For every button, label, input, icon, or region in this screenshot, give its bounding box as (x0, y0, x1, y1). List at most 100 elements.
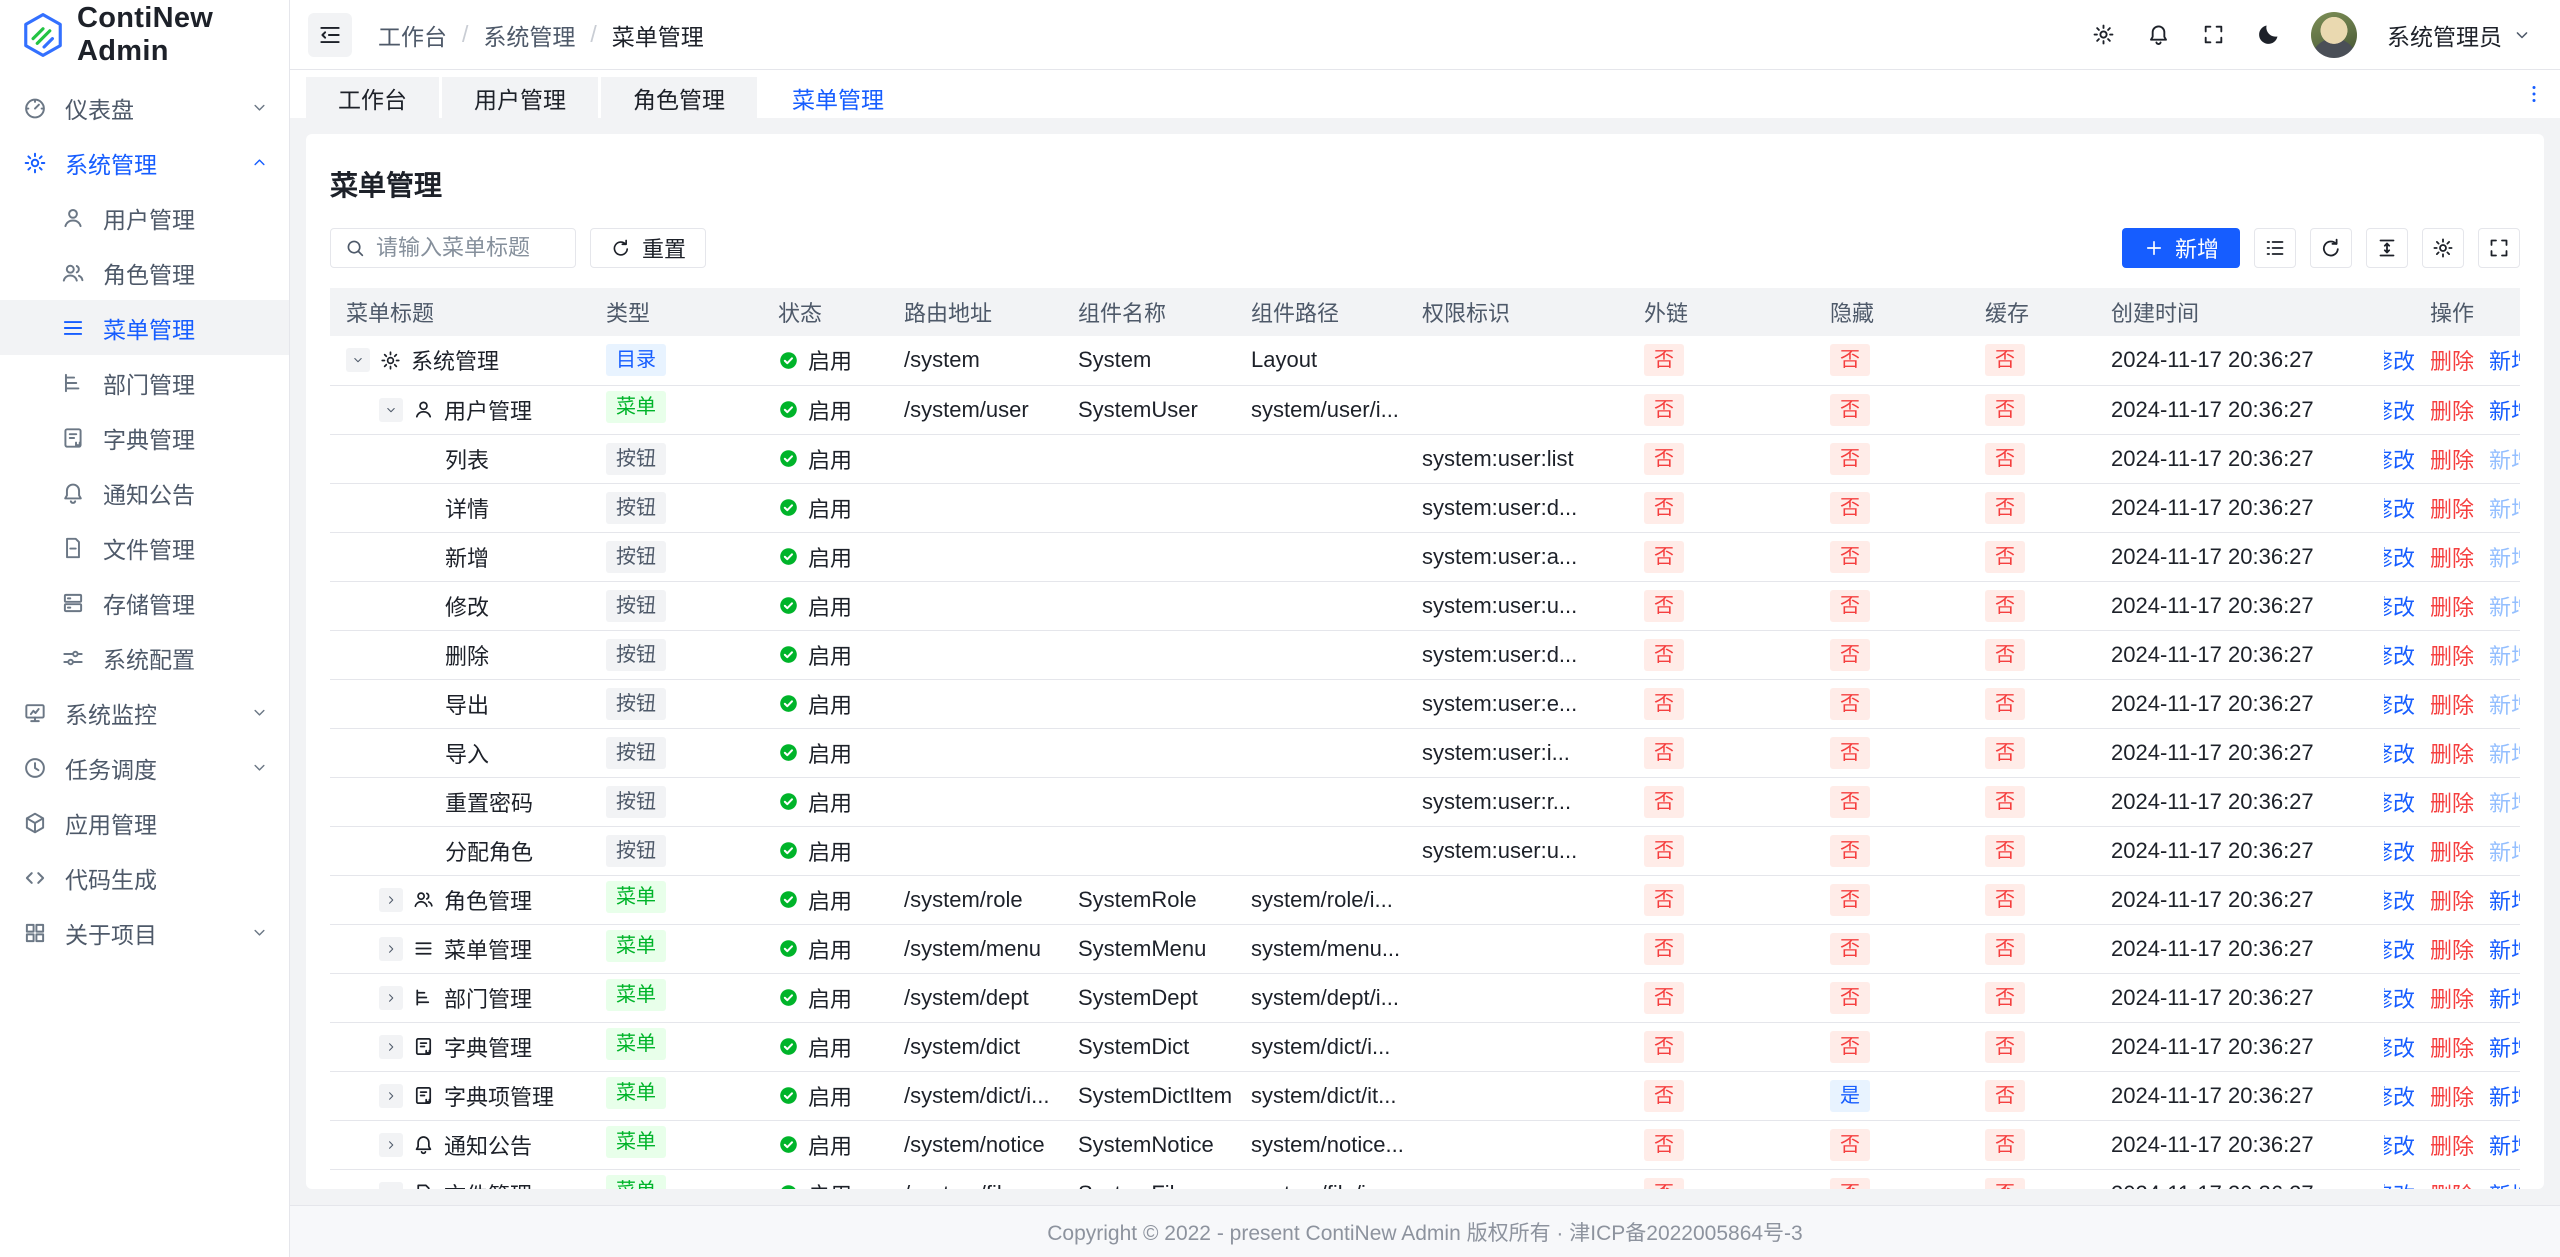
collapse-row-caret[interactable] (379, 398, 403, 422)
type-cell: 按钮 (590, 581, 762, 630)
add-button[interactable]: 新增 (2122, 228, 2240, 268)
delete-link[interactable]: 删除 (2430, 344, 2474, 376)
sidebar-item-storage-mgmt[interactable]: 存储管理 (0, 575, 289, 630)
sidebar-item-menu-mgmt[interactable]: 菜单管理 (0, 300, 289, 355)
sidebar-item-task-sched[interactable]: 任务调度 (0, 740, 289, 795)
expand-row-caret[interactable] (379, 937, 403, 961)
add-link[interactable]: 新增 (2489, 1031, 2520, 1063)
sidebar-item-file-mgmt[interactable]: 文件管理 (0, 520, 289, 575)
edit-link[interactable]: 修改 (2384, 443, 2415, 475)
edit-link[interactable]: 修改 (2384, 639, 2415, 671)
breadcrumb-item[interactable]: 系统管理 (483, 18, 575, 52)
sidebar-collapse-button[interactable] (308, 13, 352, 57)
expand-row-caret[interactable] (379, 1133, 403, 1157)
delete-link[interactable]: 删除 (2430, 737, 2474, 769)
sidebar-item-app-mgmt[interactable]: 应用管理 (0, 795, 289, 850)
dept-icon (412, 986, 435, 1009)
delete-link[interactable]: 删除 (2430, 1129, 2474, 1161)
table-row: 列表按钮启用system:user:list否否否2024-11-17 20:3… (330, 434, 2520, 483)
delete-link[interactable]: 删除 (2430, 688, 2474, 720)
expand-row-caret[interactable] (379, 1084, 403, 1108)
edit-link[interactable]: 修改 (2384, 541, 2415, 573)
delete-link[interactable]: 删除 (2430, 590, 2474, 622)
delete-link[interactable]: 删除 (2430, 1031, 2474, 1063)
expand-row-caret[interactable] (379, 1182, 403, 1190)
add-link[interactable]: 新增 (2489, 1080, 2520, 1112)
tab-menu-mgmt[interactable]: 菜单管理 (760, 77, 916, 118)
add-link[interactable]: 新增 (2489, 982, 2520, 1014)
sidebar-item-sys-monitor[interactable]: 系统监控 (0, 685, 289, 740)
sidebar-item-sys-config[interactable]: 系统配置 (0, 630, 289, 685)
delete-link[interactable]: 删除 (2430, 492, 2474, 524)
row-actions: 修改删除新增 (2400, 835, 2504, 867)
header-bell-button[interactable] (2146, 22, 2171, 47)
sidebar-item-role-mgmt[interactable]: 角色管理 (0, 245, 289, 300)
header-settings-button[interactable] (2091, 22, 2116, 47)
header-fullscreen-button[interactable] (2201, 22, 2226, 47)
delete-link[interactable]: 删除 (2430, 982, 2474, 1014)
edit-link[interactable]: 修改 (2384, 786, 2415, 818)
add-link[interactable]: 新增 (2489, 394, 2520, 426)
expand-row-caret[interactable] (379, 888, 403, 912)
add-link[interactable]: 新增 (2489, 1178, 2520, 1190)
toolbar-settings-button[interactable] (2422, 228, 2464, 268)
edit-link[interactable]: 修改 (2384, 492, 2415, 524)
hidden-badge: 否 (1830, 541, 1870, 573)
delete-link[interactable]: 删除 (2430, 1080, 2474, 1112)
add-link[interactable]: 新增 (2489, 884, 2520, 916)
edit-link[interactable]: 修改 (2384, 737, 2415, 769)
reset-button[interactable]: 重置 (590, 228, 706, 268)
edit-link[interactable]: 修改 (2384, 1129, 2415, 1161)
edit-link[interactable]: 修改 (2384, 590, 2415, 622)
collapse-row-caret[interactable] (346, 348, 370, 372)
sidebar-item-user-mgmt[interactable]: 用户管理 (0, 190, 289, 245)
sidebar-item-dict-mgmt[interactable]: 字典管理 (0, 410, 289, 465)
add-link[interactable]: 新增 (2489, 344, 2520, 376)
dict-icon (412, 1035, 435, 1058)
avatar[interactable] (2311, 12, 2357, 58)
sidebar-item-about[interactable]: 关于项目 (0, 905, 289, 960)
sidebar-item-notice[interactable]: 通知公告 (0, 465, 289, 520)
delete-link[interactable]: 删除 (2430, 541, 2474, 573)
delete-link[interactable]: 删除 (2430, 639, 2474, 671)
edit-link[interactable]: 修改 (2384, 394, 2415, 426)
sidebar-item-code-gen[interactable]: 代码生成 (0, 850, 289, 905)
delete-link[interactable]: 删除 (2430, 394, 2474, 426)
tab-role-mgmt[interactable]: 角色管理 (601, 77, 757, 118)
edit-link[interactable]: 修改 (2384, 344, 2415, 376)
toolbar-fullscreen-button[interactable] (2478, 228, 2520, 268)
breadcrumb-item[interactable]: 工作台 (378, 18, 447, 52)
user-menu[interactable]: 系统管理员 (2387, 18, 2532, 52)
tab-more-icon[interactable] (2522, 82, 2546, 106)
delete-link[interactable]: 删除 (2430, 884, 2474, 916)
toolbar-line-height-button[interactable] (2366, 228, 2408, 268)
delete-link[interactable]: 删除 (2430, 443, 2474, 475)
menu-title: 详情 (445, 492, 489, 524)
add-link[interactable]: 新增 (2489, 1129, 2520, 1161)
edit-link[interactable]: 修改 (2384, 933, 2415, 965)
edit-link[interactable]: 修改 (2384, 688, 2415, 720)
edit-link[interactable]: 修改 (2384, 982, 2415, 1014)
sidebar-item-system-mgmt[interactable]: 系统管理 (0, 135, 289, 190)
edit-link[interactable]: 修改 (2384, 1178, 2415, 1190)
tab-user-mgmt[interactable]: 用户管理 (442, 77, 598, 118)
toolbar-list-button[interactable] (2254, 228, 2296, 268)
tab-workbench[interactable]: 工作台 (306, 77, 439, 118)
sidebar-item-dashboard[interactable]: 仪表盘 (0, 80, 289, 135)
delete-link[interactable]: 删除 (2430, 933, 2474, 965)
header-moon-button[interactable] (2256, 22, 2281, 47)
delete-link[interactable]: 删除 (2430, 786, 2474, 818)
sidebar-item-dept-mgmt[interactable]: 部门管理 (0, 355, 289, 410)
edit-link[interactable]: 修改 (2384, 1031, 2415, 1063)
edit-link[interactable]: 修改 (2384, 835, 2415, 867)
expand-row-caret[interactable] (379, 1035, 403, 1059)
add-link[interactable]: 新增 (2489, 933, 2520, 965)
toolbar-refresh-button[interactable] (2310, 228, 2352, 268)
delete-link[interactable]: 删除 (2430, 835, 2474, 867)
edit-link[interactable]: 修改 (2384, 884, 2415, 916)
delete-link[interactable]: 删除 (2430, 1178, 2474, 1190)
search-input[interactable] (376, 235, 562, 261)
expand-row-caret[interactable] (379, 986, 403, 1010)
edit-link[interactable]: 修改 (2384, 1080, 2415, 1112)
component-path-cell (1235, 728, 1406, 777)
